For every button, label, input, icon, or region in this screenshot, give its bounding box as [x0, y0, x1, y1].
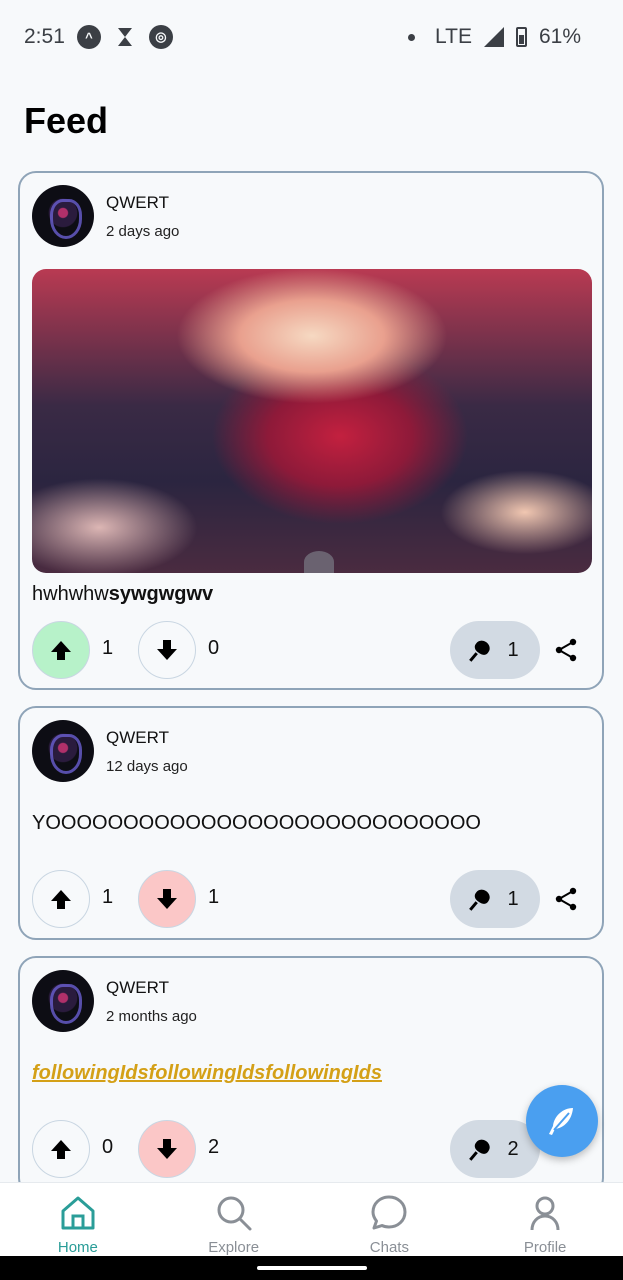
- status-time: 2:51: [24, 25, 65, 48]
- post-link[interactable]: followingIdsfollowingIdsfollowingIds: [32, 1062, 382, 1085]
- arrow-up-icon: [51, 640, 71, 660]
- pin-count: 2: [507, 1137, 519, 1160]
- upvote-button[interactable]: [32, 1120, 90, 1178]
- nav-profile-label: Profile: [523, 1239, 567, 1256]
- share-icon[interactable]: [554, 887, 578, 911]
- arrow-down-icon: [157, 639, 177, 660]
- battery-percent: 61%: [538, 25, 581, 48]
- author-avatar[interactable]: [32, 720, 94, 782]
- upvote-count: 1: [102, 886, 114, 908]
- downvote-count: 2: [208, 1136, 220, 1158]
- pin-button[interactable]: 1: [450, 621, 540, 679]
- post-time: 2 days ago: [106, 223, 180, 240]
- author-avatar[interactable]: [32, 970, 94, 1032]
- status-bar-left: 2:51 ^ ◎: [24, 25, 173, 49]
- author-avatar[interactable]: [32, 185, 94, 247]
- notification-app-icon: ^: [76, 25, 101, 49]
- nav-home-label: Home: [57, 1239, 98, 1256]
- nav-home[interactable]: Home: [0, 1183, 156, 1256]
- battery-icon: [515, 27, 527, 47]
- author-name[interactable]: QWERT: [106, 728, 169, 748]
- downvote-count: 1: [208, 886, 220, 908]
- gesture-bar[interactable]: [0, 1256, 623, 1280]
- post-text-plain: hwhwhw: [32, 583, 109, 605]
- signal-icon: [483, 27, 504, 47]
- post-text: hwhwhwsywgwgwv: [32, 583, 213, 606]
- nav-chats[interactable]: Chats: [312, 1183, 468, 1256]
- page-title: Feed: [24, 100, 109, 141]
- author-name[interactable]: QWERT: [106, 978, 169, 998]
- nav-explore-label: Explore: [208, 1239, 260, 1256]
- post-card[interactable]: QWERT 2 months ago followingIdsfollowing…: [18, 956, 604, 1196]
- notification-dot-icon: [408, 33, 415, 41]
- chat-bubble-icon: [369, 1193, 409, 1233]
- pin-count: 1: [507, 638, 519, 661]
- post-card[interactable]: QWERT 2 days ago hwhwhwsywgwgwv 1 0 1: [18, 171, 604, 690]
- search-icon: [214, 1193, 254, 1233]
- nav-chats-label: Chats: [369, 1239, 409, 1256]
- arrow-down-icon: [157, 888, 177, 909]
- feather-icon: [549, 1108, 573, 1135]
- status-bar-right: LTE 61%: [408, 25, 581, 49]
- notification-hourglass-icon: [113, 25, 137, 49]
- share-icon[interactable]: [554, 638, 578, 662]
- pin-button[interactable]: 1: [450, 870, 540, 928]
- post-time: 2 months ago: [106, 1008, 197, 1025]
- pin-icon: [471, 888, 493, 910]
- arrow-up-icon: [51, 1139, 71, 1159]
- arrow-up-icon: [51, 889, 71, 909]
- upvote-button[interactable]: [32, 621, 90, 679]
- downvote-button[interactable]: [138, 621, 196, 679]
- pin-count: 1: [507, 887, 519, 910]
- nav-explore[interactable]: Explore: [156, 1183, 312, 1256]
- downvote-button[interactable]: [138, 1120, 196, 1178]
- bottom-navigation: Home Explore Chats Profile: [0, 1182, 623, 1256]
- nav-profile[interactable]: Profile: [467, 1183, 623, 1256]
- person-icon: [525, 1193, 565, 1233]
- downvote-count: 0: [208, 637, 220, 659]
- post-time: 12 days ago: [106, 758, 188, 775]
- post-text: YOOOOOOOOOOOOOOOOOOOOOOOOOOOO: [32, 812, 481, 834]
- create-post-button[interactable]: [526, 1085, 598, 1157]
- upvote-count: 1: [102, 637, 114, 659]
- network-type: LTE: [435, 25, 472, 48]
- upvote-count: 0: [102, 1136, 114, 1158]
- arrow-down-icon: [157, 1138, 177, 1159]
- pin-icon: [471, 639, 493, 661]
- post-actions: 1 0 1: [32, 621, 592, 679]
- post-image[interactable]: [32, 269, 592, 573]
- downvote-button[interactable]: [138, 870, 196, 928]
- post-actions: 0 2 2: [32, 1120, 592, 1178]
- post-actions: 1 1 1: [32, 870, 592, 928]
- notification-globe-icon: ◎: [148, 25, 173, 49]
- upvote-button[interactable]: [32, 870, 90, 928]
- home-icon: [58, 1193, 98, 1233]
- pin-icon: [471, 1138, 493, 1160]
- post-text-bold: sywgwgwv: [108, 583, 214, 605]
- status-bar: 2:51 ^ ◎ LTE 61%: [0, 0, 623, 74]
- post-card[interactable]: QWERT 12 days ago YOOOOOOOOOOOOOOOOOOOOO…: [18, 706, 604, 940]
- author-name[interactable]: QWERT: [106, 193, 169, 213]
